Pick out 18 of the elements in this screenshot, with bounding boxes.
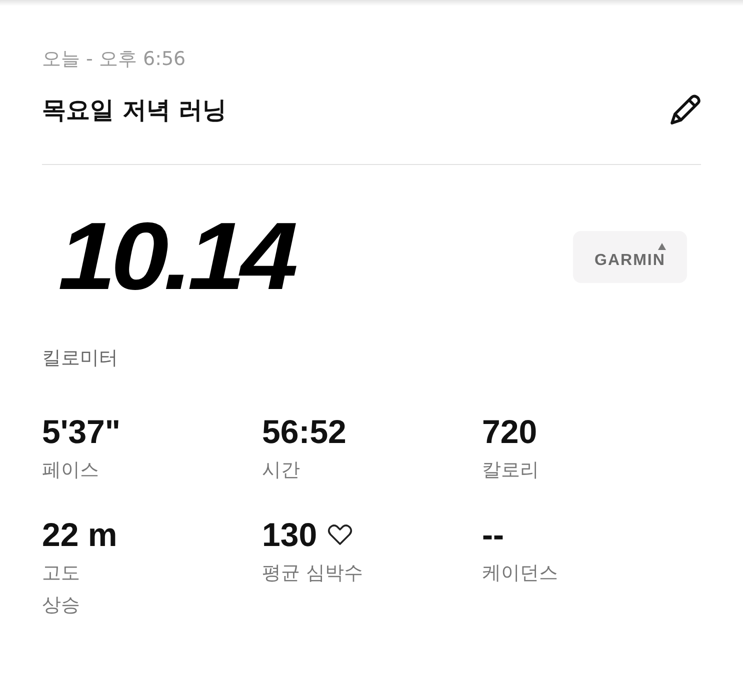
activity-date: 오늘 - 오후 6:56	[42, 47, 187, 72]
stat-label: 평균 심박수	[262, 561, 364, 586]
stat-value: 130	[262, 516, 318, 554]
stat-label: 시간	[262, 458, 301, 483]
stat-value: 56:52	[262, 413, 346, 451]
heart-icon	[327, 523, 354, 548]
stat-label: 페이스	[42, 458, 100, 483]
stat-label: 케이던스	[482, 561, 559, 586]
stat-label: 칼로리	[482, 458, 540, 483]
stat-label: 고도 상승	[42, 561, 81, 618]
activity-title: 목요일 저녁 러닝	[42, 95, 227, 126]
stat-value: --	[482, 516, 504, 554]
stat-value: 5'37"	[42, 413, 121, 451]
stat-value: 22 m	[42, 516, 118, 554]
stat-value: 720	[482, 413, 538, 451]
distance-value: 10.14	[58, 209, 294, 305]
distance-unit: 킬로미터	[42, 346, 119, 371]
garmin-badge: GARMIN	[573, 231, 687, 283]
